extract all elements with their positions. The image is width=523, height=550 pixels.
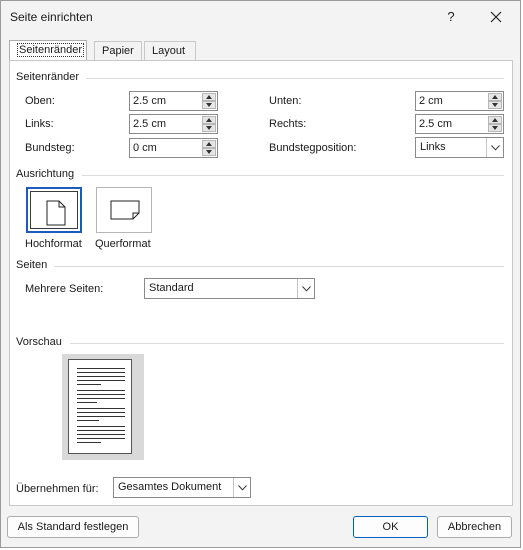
landscape-option[interactable] [96, 187, 152, 233]
spin-up-icon[interactable] [202, 93, 216, 101]
left-margin-spinner[interactable]: 2.5 cm [129, 114, 218, 134]
preview-text-line [77, 380, 125, 381]
title-bar: Seite einrichten ? [1, 1, 520, 33]
bottom-margin-spinner[interactable]: 2 cm [415, 91, 504, 111]
preview-text-line [77, 434, 125, 435]
spin-down-icon[interactable] [202, 101, 216, 109]
preview-text-line [77, 430, 125, 431]
tab-margins-label: Seitenränder [17, 43, 84, 57]
spin-up-icon[interactable] [488, 93, 502, 101]
gutter-label: Bundsteg: [25, 142, 75, 154]
preview-text-line [77, 416, 125, 417]
help-button[interactable]: ? [437, 4, 465, 30]
preview-text-line [77, 394, 125, 395]
landscape-label[interactable]: Querformat [95, 238, 151, 250]
top-margin-spinner[interactable]: 2.5 cm [129, 91, 218, 111]
preview-text-line [77, 368, 125, 369]
margins-panel: Seitenränder Oben: 2.5 cm Unten: 2 cm Li… [9, 60, 513, 506]
spin-down-icon[interactable] [202, 148, 216, 156]
multiple-pages-label: Mehrere Seiten: [25, 283, 104, 295]
section-divider [54, 266, 504, 267]
preview-text-line [77, 412, 125, 413]
margins-section-title: Seitenränder [16, 71, 79, 83]
gutter-position-select[interactable]: Links [415, 137, 504, 158]
gutter-position-value: Links [420, 141, 446, 153]
apply-to-label: Übernehmen für: [16, 483, 99, 495]
set-default-button[interactable]: Als Standard festlegen [7, 516, 139, 538]
gutter-spinner[interactable]: 0 cm [129, 138, 218, 158]
gutter-position-label: Bundstegposition: [269, 142, 357, 154]
section-divider [70, 343, 504, 344]
top-margin-label: Oben: [25, 95, 55, 107]
preview-text-line [77, 426, 125, 427]
preview-text-line [77, 376, 125, 377]
apply-to-value: Gesamtes Dokument [118, 481, 222, 493]
bottom-margin-label: Unten: [269, 95, 302, 107]
gutter-value: 0 cm [133, 142, 157, 154]
portrait-label[interactable]: Hochformat [25, 238, 82, 250]
preview-text-line [77, 442, 101, 443]
right-margin-label: Rechts: [269, 118, 307, 130]
spin-down-icon[interactable] [488, 101, 502, 109]
spin-up-icon[interactable] [202, 140, 216, 148]
preview-text-line [77, 438, 125, 439]
spin-up-icon[interactable] [202, 116, 216, 124]
preview-text-line [77, 420, 99, 421]
preview-section-title: Vorschau [16, 336, 62, 348]
page-setup-dialog: Seite einrichten ? Seitenränder Papier L… [0, 0, 521, 548]
left-margin-value: 2.5 cm [133, 118, 167, 130]
section-divider [82, 175, 504, 176]
apply-to-select[interactable]: Gesamtes Dokument [113, 477, 251, 498]
preview-text-line [77, 398, 125, 399]
preview-page-sheet [68, 359, 132, 454]
tab-paper[interactable]: Papier [94, 41, 142, 60]
close-button[interactable] [481, 4, 511, 30]
orientation-section-title: Ausrichtung [16, 168, 75, 180]
section-divider [86, 78, 504, 79]
tab-layout[interactable]: Layout [144, 41, 196, 60]
page-preview [62, 354, 144, 460]
right-margin-spinner[interactable]: 2.5 cm [415, 114, 504, 134]
portrait-option[interactable] [26, 187, 82, 233]
landscape-page-icon [110, 200, 140, 220]
left-margin-label: Links: [25, 118, 54, 130]
preview-text-line [77, 402, 97, 403]
tab-paper-label: Papier [102, 45, 134, 57]
right-margin-value: 2.5 cm [419, 118, 453, 130]
chevron-down-icon [301, 286, 311, 292]
help-icon: ? [447, 9, 455, 24]
chevron-down-icon [490, 145, 500, 151]
preview-text-line [77, 390, 125, 391]
close-icon [490, 11, 502, 23]
portrait-page-icon [46, 200, 66, 226]
spin-up-icon[interactable] [488, 116, 502, 124]
top-margin-value: 2.5 cm [133, 95, 167, 107]
multiple-pages-select[interactable]: Standard [144, 278, 315, 299]
spin-down-icon[interactable] [488, 124, 502, 132]
cancel-button[interactable]: Abbrechen [437, 516, 512, 538]
preview-text-line [77, 408, 125, 409]
window-title: Seite einrichten [10, 10, 93, 24]
chevron-down-icon [237, 485, 247, 491]
bottom-margin-value: 2 cm [419, 95, 443, 107]
tab-margins[interactable]: Seitenränder [9, 40, 87, 61]
ok-button[interactable]: OK [353, 516, 428, 538]
multiple-pages-value: Standard [149, 282, 194, 294]
preview-text-line [77, 372, 125, 373]
pages-section-title: Seiten [16, 259, 48, 271]
preview-text-line [77, 384, 101, 385]
spin-down-icon[interactable] [202, 124, 216, 132]
tab-layout-label: Layout [152, 45, 186, 57]
